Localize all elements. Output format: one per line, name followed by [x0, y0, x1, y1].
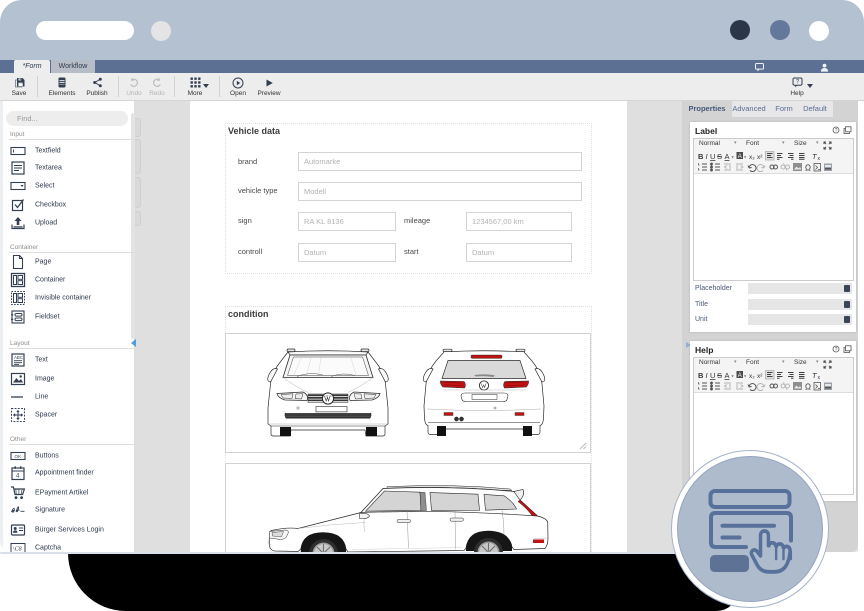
svg-text:Ω: Ω: [805, 164, 811, 173]
svg-text:▾: ▾: [744, 155, 747, 160]
svg-text:Ω: Ω: [805, 383, 811, 392]
svg-text:x₂: x₂: [749, 154, 755, 161]
svg-text:?: ?: [795, 80, 799, 86]
svg-text:ABC: ABC: [14, 355, 23, 360]
svg-text:U: U: [710, 152, 715, 161]
svg-text:A: A: [725, 152, 730, 161]
svg-text:▾: ▾: [732, 155, 735, 160]
svg-text:x: x: [818, 156, 821, 162]
svg-text:?: ?: [835, 347, 838, 353]
svg-text:I: I: [706, 152, 708, 161]
svg-text:B: B: [698, 152, 704, 161]
svg-text:A: A: [738, 154, 742, 160]
svg-text:U: U: [710, 371, 715, 380]
svg-text:?: ?: [835, 128, 838, 134]
svg-text:I: I: [706, 371, 708, 380]
svg-text:A: A: [738, 373, 742, 379]
svg-text:4: 4: [16, 474, 20, 480]
svg-text:x²: x²: [757, 373, 763, 380]
svg-text:x²: x²: [757, 154, 763, 161]
svg-text:B: B: [698, 371, 704, 380]
svg-text:x: x: [818, 375, 821, 381]
svg-text:▾: ▾: [744, 374, 747, 379]
svg-text:A: A: [725, 371, 730, 380]
svg-text:x₂: x₂: [749, 373, 755, 380]
svg-text:S: S: [717, 152, 722, 161]
svg-text:S: S: [717, 371, 722, 380]
svg-text:OK: OK: [15, 454, 23, 459]
svg-text:▾: ▾: [732, 374, 735, 379]
